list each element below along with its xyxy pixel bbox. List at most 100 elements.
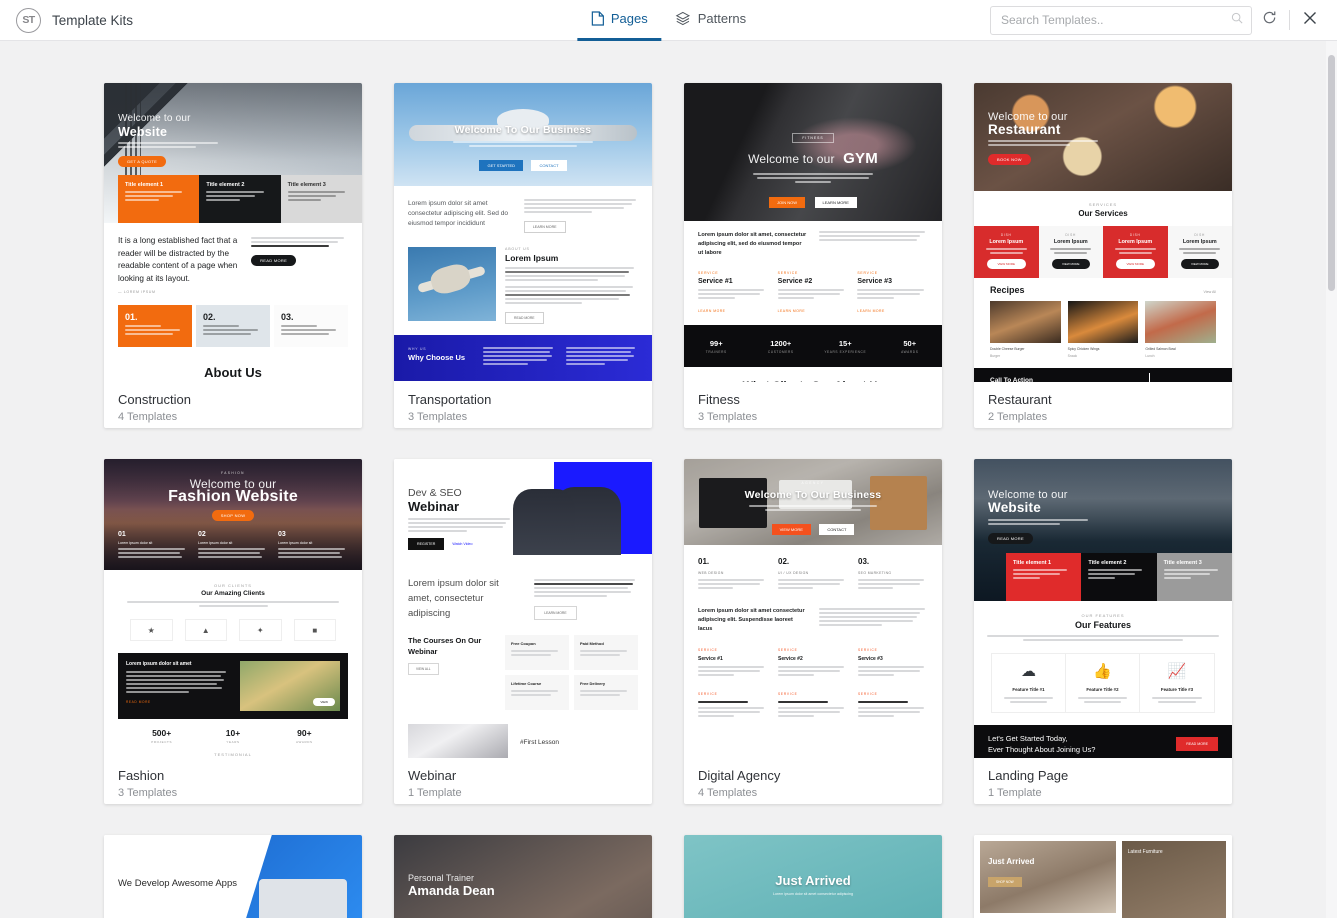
template-card-fitness[interactable]: FITNESS Welcome to our GYM JOIN NOW LEAR…	[684, 83, 942, 428]
course-1[interactable]: Free Coupon	[504, 635, 569, 670]
course-2[interactable]: Paid Method	[573, 635, 638, 670]
service-card-1[interactable]: DISH Lorem Ipsum VIEW MORE	[974, 226, 1039, 278]
close-icon	[1303, 11, 1317, 30]
tab-pages[interactable]: Pages	[576, 0, 662, 41]
service-3-cta[interactable]: LEARN MORE	[857, 309, 928, 313]
card-thumbnail: Welcome to our Website READ MORE Title e…	[974, 459, 1232, 758]
tab-patterns-label: Patterns	[697, 11, 747, 26]
hero-cta-secondary[interactable]: Watch Video	[452, 542, 472, 546]
refresh-button[interactable]	[1252, 3, 1286, 37]
template-card-transportation[interactable]: Welcome To Our Business GET STARTED CONT…	[394, 83, 652, 428]
tile-1[interactable]: Title element 1	[118, 175, 200, 223]
course-4[interactable]: Free Delivery	[573, 675, 638, 710]
step-1[interactable]: 01.	[118, 305, 192, 347]
feature-3[interactable]: 📈 Feature Title #3	[1140, 654, 1214, 712]
hero-section: Personal Trainer Amanda Dean	[394, 835, 652, 918]
tile-3[interactable]: Title element 3	[1156, 553, 1232, 601]
card-thumbnail: Dev & SEO Webinar REGISTER Watch Video L…	[394, 459, 652, 758]
card-thumbnail: Welcome to our Restaurant BOOK NOW SERVI…	[974, 83, 1232, 382]
about-cta-button[interactable]: READ MORE	[505, 312, 544, 324]
service-2-cta[interactable]: VIEW MORE	[1051, 259, 1090, 269]
recipes-view-all[interactable]: View All	[1203, 290, 1216, 294]
scrollbar-track[interactable]	[1326, 41, 1337, 918]
tile-2[interactable]: Title element 2	[199, 175, 281, 223]
feature-1[interactable]: ☁ Feature Title #1	[992, 654, 1066, 712]
template-card-spa[interactable]: Just Arrived Lorem ipsum dolor sit amet …	[684, 835, 942, 918]
close-button[interactable]	[1293, 3, 1327, 37]
service-1-cta[interactable]: VIEW MORE	[987, 259, 1026, 269]
hero-cta-secondary[interactable]: LEARN MORE	[814, 197, 857, 208]
hero-cta-primary[interactable]: JOIN NOW	[769, 197, 806, 208]
search-input[interactable]	[990, 5, 1252, 35]
template-card-fashion[interactable]: FASHION Welcome to our Fashion Website S…	[104, 459, 362, 804]
recipe-1[interactable]: Double Cheese Burger Burger	[990, 301, 1061, 358]
template-card-restaurant[interactable]: Welcome to our Restaurant BOOK NOW SERVI…	[974, 83, 1232, 428]
service-2-cta[interactable]: LEARN MORE	[778, 309, 849, 313]
service-card-3[interactable]: DISH Lorem Ipsum VIEW MORE	[1103, 226, 1168, 278]
service-1[interactable]: SERVICE Service #1 LEARN MORE	[698, 271, 769, 313]
cta-button[interactable]: READ MORE	[1176, 737, 1218, 751]
scrollbar-thumb[interactable]	[1328, 55, 1335, 291]
intro-cta-button[interactable]: READ MORE	[251, 255, 297, 266]
tile-3[interactable]: Title element 3	[280, 175, 362, 223]
hero-cta-primary[interactable]: GET STARTED	[479, 160, 524, 171]
service-3-cta[interactable]: VIEW MORE	[1116, 259, 1155, 269]
cta-button[interactable]: Learn More	[1164, 379, 1216, 382]
intro-section: Lorem ipsum dolor sit amet, consectetur …	[684, 221, 942, 258]
step-3[interactable]: 03.	[274, 305, 348, 347]
search-box[interactable]	[990, 5, 1252, 35]
section-title: What Clients Say About Us	[684, 380, 942, 382]
template-card-landing-page[interactable]: Welcome to our Website READ MORE Title e…	[974, 459, 1232, 804]
stats-row: 500+ PROJECTS 10+ YEARS 90+ AWARDS	[104, 719, 362, 744]
hero-cta-button[interactable]: BOOK NOW	[988, 154, 1031, 165]
template-card-personal-trainer[interactable]: Personal Trainer Amanda Dean Personal Tr…	[394, 835, 652, 918]
template-card-construction[interactable]: Welcome to our Website GET A QUOTE Title…	[104, 83, 362, 428]
service-card-2[interactable]: DISH Lorem Ipsum VIEW MORE	[1038, 226, 1103, 278]
step-3: 03. SEO MARKETING	[858, 557, 928, 591]
hero-cta-button[interactable]: READ MORE	[988, 533, 1033, 544]
hero-section: Dev & SEO Webinar REGISTER Watch Video	[394, 459, 652, 564]
hero-cta-button[interactable]: SHOP NOW	[988, 877, 1022, 887]
service-1[interactable]: SERVICE Service #1	[698, 648, 768, 678]
step-2[interactable]: 02.	[196, 305, 270, 347]
template-card-furniture[interactable]: Just Arrived SHOP NOW Latest Furniture N…	[974, 835, 1232, 918]
hero-title: Just Arrived	[775, 873, 851, 888]
feature-2[interactable]: 👍 Feature Title #2	[1066, 654, 1140, 712]
template-card-app[interactable]: We Develop Awesome Apps App	[104, 835, 362, 918]
hero-cta-primary[interactable]: VIEW MORE	[771, 524, 811, 535]
tile-2[interactable]: Title element 2	[1081, 553, 1157, 601]
template-card-webinar[interactable]: Dev & SEO Webinar REGISTER Watch Video L…	[394, 459, 652, 804]
hero-cta-primary[interactable]: REGISTER	[408, 538, 445, 550]
service-card-4[interactable]: DISH Lorem Ipsum VIEW MORE	[1167, 226, 1232, 278]
intro-cta-button[interactable]: LEARN MORE	[534, 606, 577, 620]
courses-cta[interactable]: VIEW ALL	[408, 663, 439, 675]
recipe-3[interactable]: Grilled Salmon Bowl Lunch	[1145, 301, 1216, 358]
tile-2-title: Latest Furniture	[1127, 849, 1163, 855]
service-3[interactable]: SERVICE Service #3	[858, 648, 928, 678]
cta-banner: Let's Get Started Today, Ever Thought Ab…	[974, 725, 1232, 758]
tile-1[interactable]: Title element 1	[1006, 553, 1082, 601]
card-meta: Fashion 3 Templates	[104, 758, 362, 804]
intro-cta-button[interactable]: LEARN MORE	[523, 221, 566, 233]
hero-cta-button[interactable]: SHOP NOW	[211, 510, 255, 521]
hero-badge: FITNESS	[792, 133, 834, 143]
service-4-cta[interactable]: VIEW MORE	[1180, 259, 1219, 269]
service-3[interactable]: SERVICE Service #3 LEARN MORE	[857, 271, 928, 313]
recipe-2[interactable]: Spicy Chicken Wings Snack	[1067, 301, 1139, 358]
service-2[interactable]: SERVICE Service #2	[778, 648, 848, 678]
tab-patterns[interactable]: Patterns	[662, 0, 760, 41]
course-3[interactable]: Lifetime Course	[504, 675, 569, 710]
hero-cta-secondary[interactable]: CONTACT	[819, 524, 855, 535]
hero-cta-secondary[interactable]: CONTACT	[531, 160, 567, 171]
hero-cta-button[interactable]: GET A QUOTE	[118, 156, 167, 167]
hero-title: Fashion Website	[168, 488, 298, 505]
template-grid-area: Welcome to our Website GET A QUOTE Title…	[0, 41, 1337, 918]
card-title: Landing Page	[988, 768, 1069, 783]
template-card-digital-agency[interactable]: AGENCY Welcome To Our Business VIEW MORE…	[684, 459, 942, 804]
service-2[interactable]: SERVICE Service #2 LEARN MORE	[777, 271, 849, 313]
clients-title: Our Amazing Clients	[201, 590, 265, 597]
dark-cta[interactable]: READ MORE	[126, 700, 232, 704]
stats-bar: 99+ TRAINERS 1200+ CUSTOMERS 15+ YEARS E…	[684, 325, 942, 367]
service-1-cta[interactable]: LEARN MORE	[698, 309, 769, 313]
card-thumbnail: AGENCY Welcome To Our Business VIEW MORE…	[684, 459, 942, 758]
